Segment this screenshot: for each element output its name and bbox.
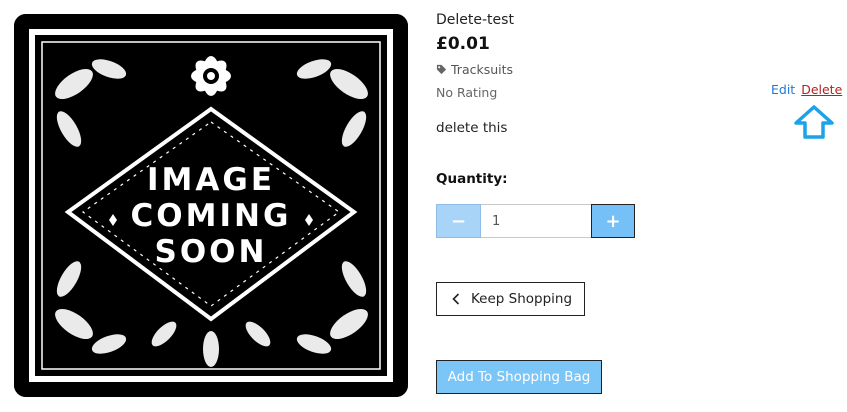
chevron-left-icon [452,293,460,305]
product-category[interactable]: Tracksuits [436,62,513,77]
add-to-bag-label: Add To Shopping Bag [447,369,591,385]
plus-icon: + [605,210,621,232]
up-arrow-icon [794,105,834,139]
add-to-bag-button[interactable]: Add To Shopping Bag [436,360,602,394]
edit-link[interactable]: Edit [771,82,795,97]
decrement-button[interactable]: − [436,204,481,238]
product-price: £0.01 [436,34,490,54]
product-rating: No Rating [436,85,498,100]
increment-button[interactable]: + [591,204,635,238]
image-coming-soon-graphic: IMAGE COMING SOON [14,14,408,397]
delete-link[interactable]: Delete [801,82,842,97]
product-name: Delete-test [436,12,514,28]
admin-links: Edit Delete [771,82,842,97]
product-description: delete this [436,120,508,136]
quantity-label: Quantity: [436,171,508,187]
quantity-stepper: − + [436,204,635,238]
image-line-1: IMAGE [147,162,275,198]
quantity-input[interactable] [481,204,591,238]
tag-icon [436,64,447,75]
keep-shopping-label: Keep Shopping [471,291,573,307]
product-image: IMAGE COMING SOON [14,14,408,397]
minus-icon: − [450,210,467,232]
keep-shopping-button[interactable]: Keep Shopping [436,282,585,316]
image-line-3: SOON [155,234,268,270]
image-line-2: COMING [131,198,292,234]
category-label: Tracksuits [451,62,514,77]
